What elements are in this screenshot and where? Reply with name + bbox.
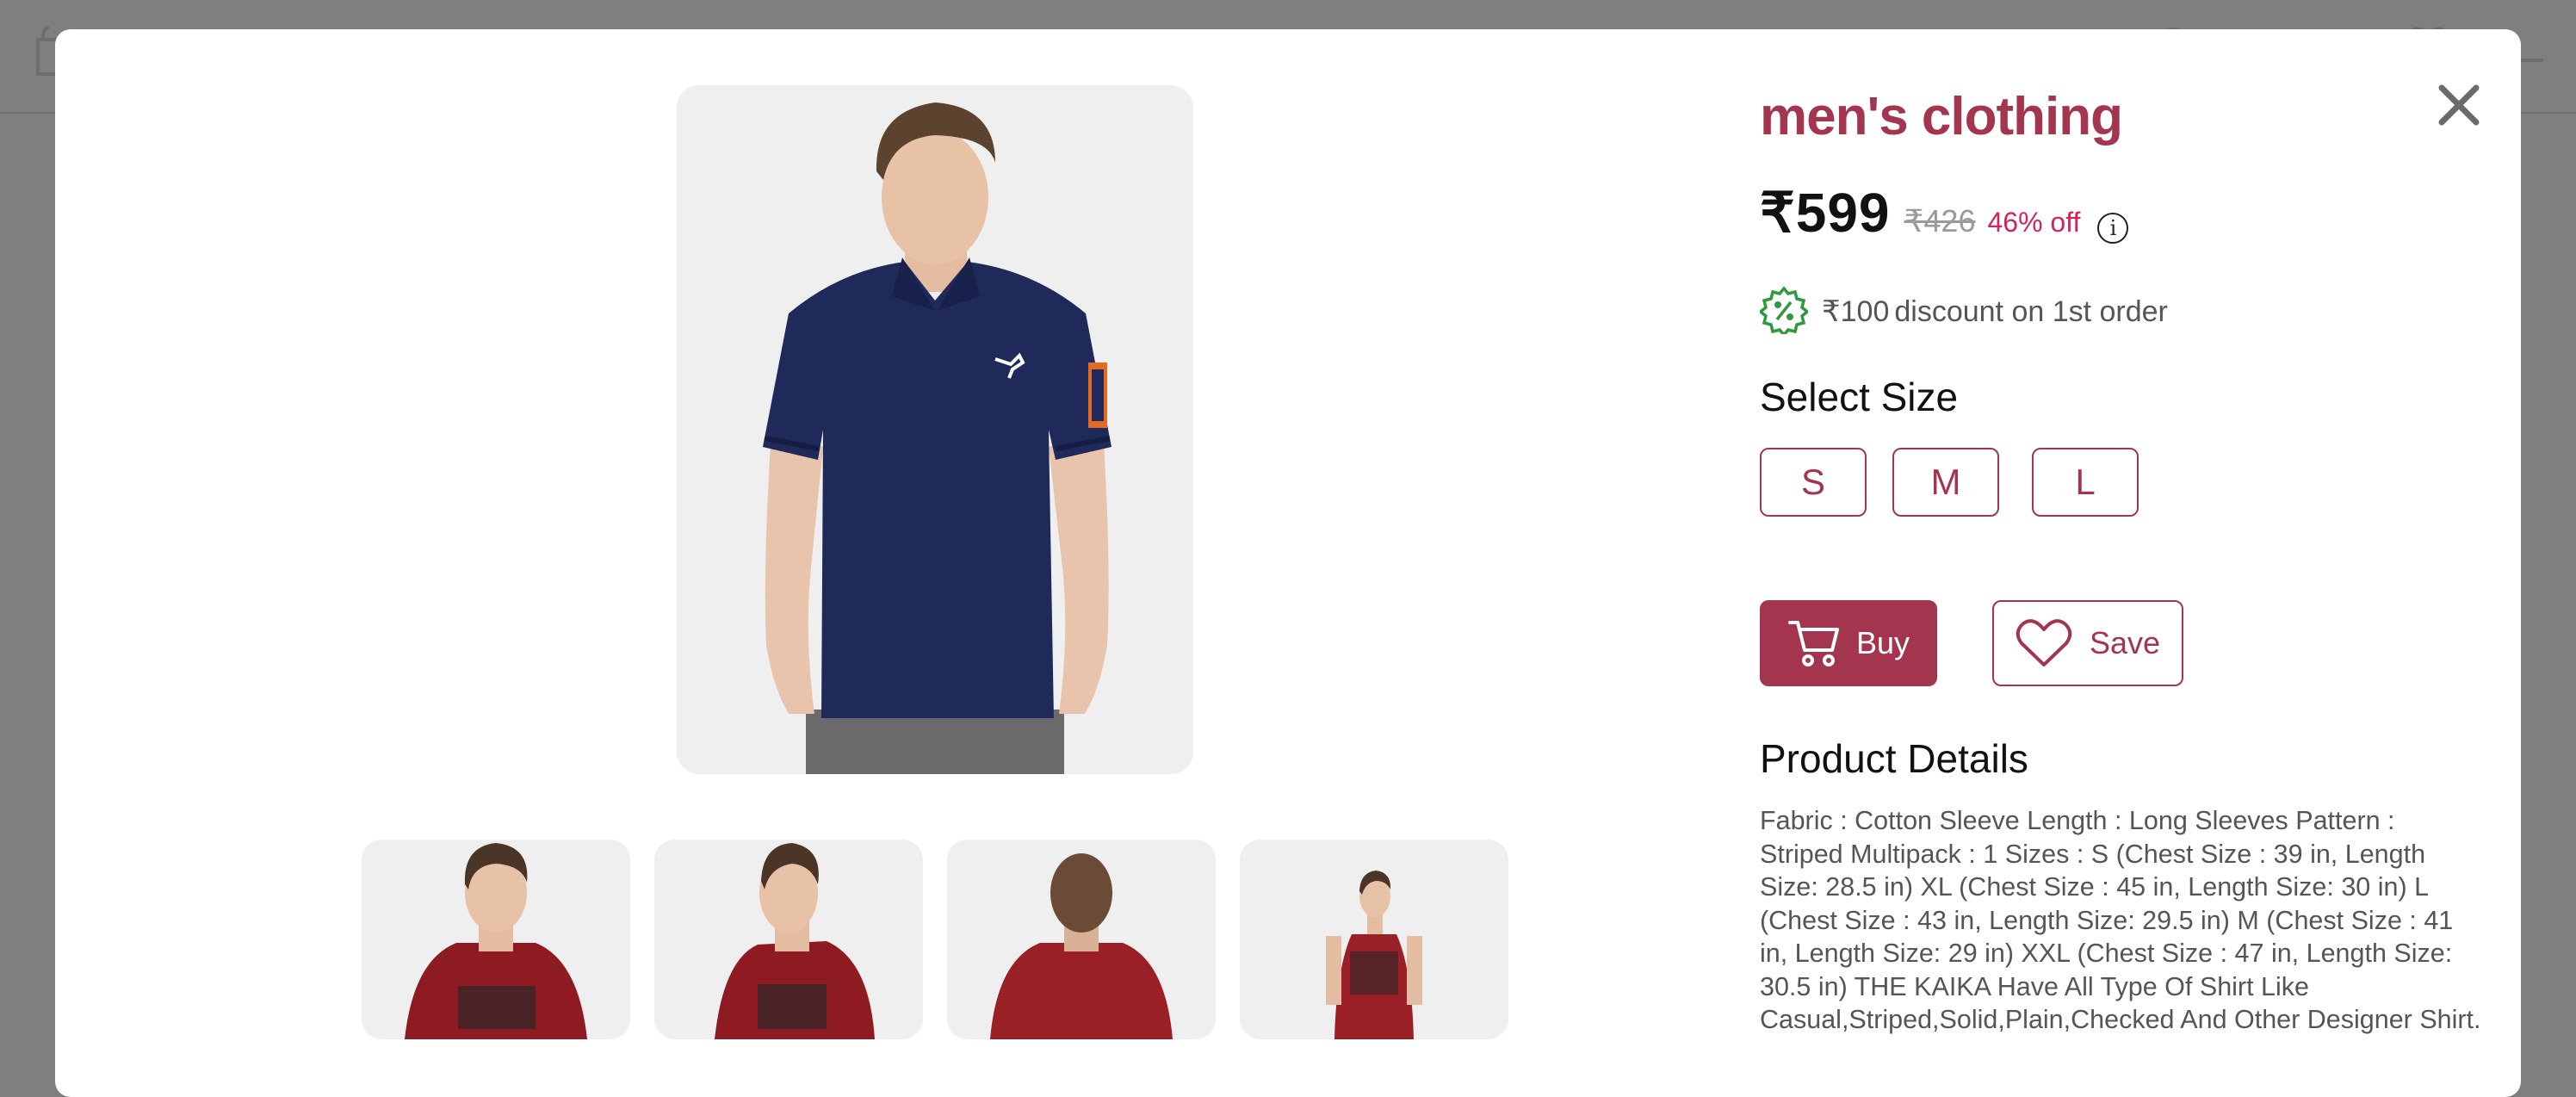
thumbnail-2[interactable] [654,840,923,1039]
product-title: men's clothing [1760,87,2123,146]
sale-price: ₹599 [1760,182,1891,244]
product-details-heading: Product Details [1760,736,2028,781]
thumbnail-4[interactable] [1240,840,1508,1039]
size-option-m[interactable]: M [1892,448,1999,517]
product-details-text: Fabric : Cotton Sleeve Length : Long Sle… [1760,806,2481,1034]
buy-button[interactable]: Buy [1760,600,1937,686]
save-button[interactable]: Save [1992,600,2183,686]
info-icon[interactable]: i [2097,213,2129,244]
first-order-text: discount on 1st order [1894,294,2168,328]
thumbnail-3[interactable] [947,840,1216,1039]
size-option-l[interactable]: L [2032,448,2139,517]
buy-label: Buy [1855,625,1910,660]
first-order-discount: ₹100 discount on 1st order [1758,285,2168,338]
select-size-label: Select Size [1760,375,1959,419]
size-option-s[interactable]: S [1760,448,1867,517]
thumbnail-1[interactable] [362,840,630,1039]
main-product-image[interactable] [677,85,1193,774]
save-label: Save [2089,625,2161,660]
close-icon[interactable] [2433,79,2485,131]
first-order-amount: ₹100 [1822,295,1890,328]
heart-icon [2016,617,2072,669]
cart-icon [1787,617,1841,669]
percent-badge-icon [1758,285,1810,338]
price-row: ₹599 ₹426 46% off i [1760,181,2129,258]
discount-percent: 46% off [1987,207,2081,238]
original-price: ₹426 [1904,203,1976,239]
product-quick-view-modal: men's clothing ₹599 ₹426 46% off i ₹100 … [55,29,2521,1097]
